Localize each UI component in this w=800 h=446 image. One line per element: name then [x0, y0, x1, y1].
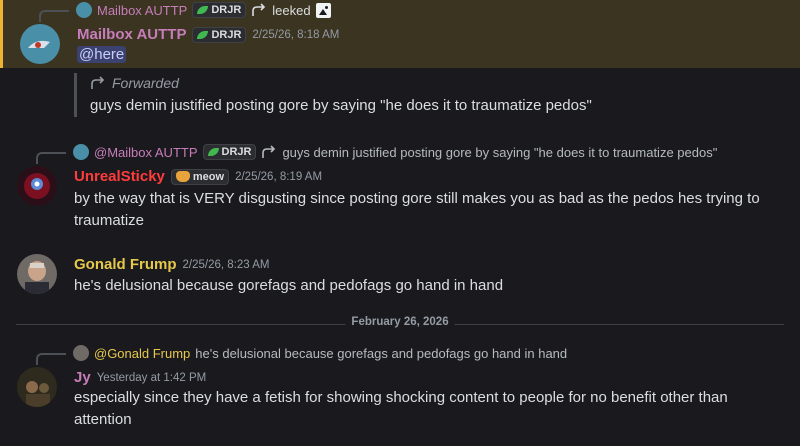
reply-author: @Mailbox AUTTP	[94, 144, 198, 160]
avatar[interactable]	[17, 367, 57, 407]
reply-avatar	[73, 144, 89, 160]
message-gonald: Gonald Frump 2/25/26, 8:23 AM he's delus…	[0, 252, 800, 302]
forward-arrow-icon	[252, 3, 266, 16]
username[interactable]: Gonald Frump	[74, 256, 177, 273]
user-tag: DRJR	[192, 26, 247, 43]
reply-tag: DRJR	[192, 2, 247, 18]
image-icon	[315, 2, 331, 18]
forwarded-label-row: Forwarded	[90, 73, 592, 93]
mention-here[interactable]: @here	[77, 46, 127, 63]
user-tag: meow	[170, 168, 230, 185]
leaf-icon	[197, 30, 209, 39]
message-content: @here	[77, 44, 776, 66]
reply-preview[interactable]: Mailbox AUTTP DRJR leeked	[76, 0, 331, 20]
message-header: Gonald Frump 2/25/26, 8:23 AM	[74, 256, 269, 273]
timestamp[interactable]: Yesterday at 1:42 PM	[97, 372, 207, 384]
cat-icon	[175, 171, 190, 182]
reply-author: Mailbox AUTTP	[97, 2, 188, 18]
message-unrealsticky: @Mailbox AUTTP DRJR guys demin justified…	[0, 142, 800, 237]
message-content: he's delusional because gorefags and ped…	[74, 277, 504, 294]
reply-tag: DRJR	[202, 144, 257, 160]
reply-arrow-icon	[262, 145, 276, 158]
forwarded-message: Forwarded guys demin justified posting g…	[74, 73, 592, 117]
username[interactable]: Mailbox AUTTP	[77, 26, 186, 43]
message-jy: @Gonald Frump he's delusional because go…	[0, 343, 800, 438]
reply-author: @Gonald Frump	[94, 345, 191, 361]
user-tag-label: DRJR	[211, 28, 242, 41]
avatar[interactable]	[17, 166, 57, 206]
message-header: Jy Yesterday at 1:42 PM	[74, 369, 206, 386]
message-content: by the way that is VERY disgusting since…	[74, 190, 760, 229]
username[interactable]: Jy	[74, 369, 91, 386]
date-divider-label: February 26, 2026	[345, 316, 455, 328]
forward-arrow-icon	[91, 76, 105, 89]
reply-connector	[36, 353, 66, 365]
username[interactable]: UnrealSticky	[74, 168, 165, 185]
timestamp[interactable]: 2/25/26, 8:19 AM	[235, 171, 322, 183]
timestamp[interactable]: 2/25/26, 8:23 AM	[183, 259, 270, 271]
leaf-icon	[197, 6, 209, 14]
avatar[interactable]	[17, 254, 57, 294]
user-tag-label: meow	[192, 170, 225, 183]
reply-avatar	[76, 2, 92, 18]
forwarded-text: guys demin justified posting gore by say…	[90, 97, 592, 114]
reply-text: leeked	[272, 2, 311, 18]
avatar[interactable]	[20, 24, 60, 64]
message-content: especially since they have a fetish for …	[74, 389, 728, 428]
date-divider: February 26, 2026	[16, 316, 784, 328]
message-mailbox-mention: Mailbox AUTTP DRJR leeked Mailbox AUTTP …	[0, 0, 800, 68]
reply-text: guys demin justified posting gore by say…	[282, 144, 718, 160]
reply-avatar	[73, 345, 89, 361]
timestamp[interactable]: 2/25/26, 8:18 AM	[252, 29, 339, 41]
reply-connector	[36, 152, 66, 164]
reply-text: he's delusional because gorefags and ped…	[195, 345, 568, 361]
reply-tag-label: DRJR	[221, 146, 252, 158]
reply-tag-label: DRJR	[211, 4, 242, 16]
reply-preview[interactable]: @Mailbox AUTTP DRJR guys demin justified…	[73, 142, 717, 162]
leaf-icon	[207, 148, 219, 156]
message-header: UnrealSticky meow 2/25/26, 8:19 AM	[74, 168, 322, 185]
forwarded-label: Forwarded	[112, 75, 179, 91]
reply-connector	[39, 10, 69, 22]
reply-preview[interactable]: @Gonald Frump he's delusional because go…	[73, 343, 567, 363]
message-header: Mailbox AUTTP DRJR 2/25/26, 8:18 AM	[77, 26, 339, 43]
